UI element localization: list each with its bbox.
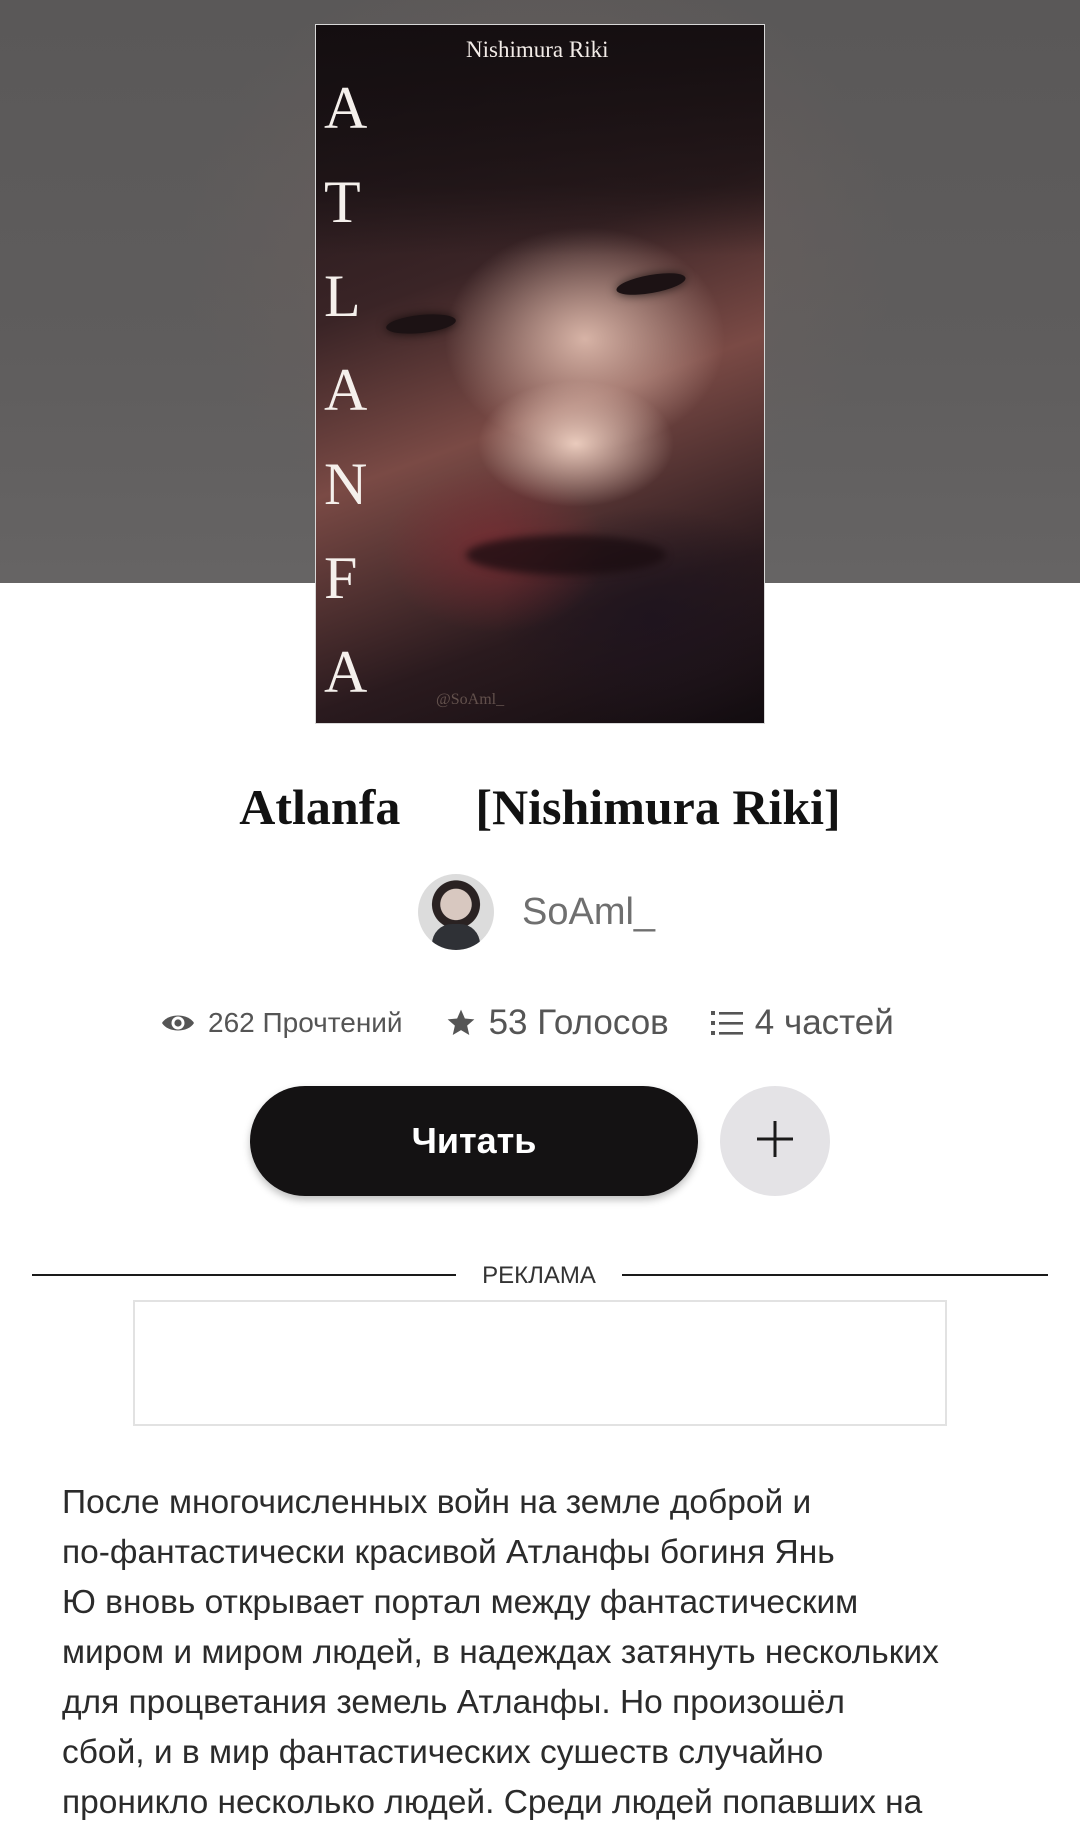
read-button[interactable]: Читать — [250, 1086, 698, 1196]
cover-art-shadow — [466, 535, 666, 575]
list-icon — [710, 1009, 743, 1037]
story-title: Atlanfa [Nishimura Riki] — [239, 779, 841, 835]
story-description: После многочисленных войн на земле добро… — [62, 1478, 1022, 1828]
ad-label: РЕКЛАМА — [482, 1262, 596, 1289]
cover-author-text: Nishimura Riki — [466, 37, 609, 62]
cover-title-letter: F — [324, 545, 358, 611]
parts-stat: 4 частей — [710, 1003, 894, 1043]
reads-count: 262 Прочтений — [208, 1007, 403, 1038]
cover-title-letter: A — [324, 639, 368, 705]
parts-count: 4 частей — [754, 1003, 894, 1042]
ad-divider — [622, 1274, 1048, 1276]
description-line: миром и миром людей, в надеждах затянуть… — [62, 1634, 939, 1671]
reads-stat: 262 Прочтений — [160, 1007, 403, 1039]
read-button-label: Читать — [411, 1120, 537, 1161]
author-avatar[interactable] — [418, 874, 494, 950]
description-line: проникло несколько людей. Среди людей по… — [62, 1784, 923, 1821]
plus-icon — [753, 1117, 797, 1166]
ad-divider — [32, 1274, 456, 1276]
cover-title-letter: N — [324, 451, 368, 517]
description-line: для процветания земель Атланфы. Но произ… — [62, 1684, 845, 1721]
votes-stat: 53 Голосов — [445, 1003, 669, 1043]
ad-slot[interactable] — [133, 1300, 947, 1426]
description-line: сбой, и в мир фантастических сушеств слу… — [62, 1734, 824, 1771]
story-stats: 262 Прочтений 53 Голосов 4 частей — [160, 998, 940, 1048]
cover-title-letter: A — [324, 75, 368, 141]
eye-icon — [160, 1010, 196, 1036]
star-icon — [445, 1007, 477, 1039]
cover-title-vertical: A T L A N F A — [324, 61, 367, 719]
cover-title-letter: A — [324, 357, 368, 423]
cover-title-letter: L — [324, 263, 361, 329]
add-to-library-button[interactable] — [720, 1086, 830, 1196]
cover-signature: @SoAml_ — [436, 691, 505, 708]
book-cover[interactable]: Nishimura Riki A T L A N F A @SoAml_ — [315, 24, 765, 724]
description-line: После многочисленных войн на земле добро… — [62, 1484, 812, 1521]
description-line: Ю вновь открывает портал между фантастич… — [62, 1584, 859, 1621]
cover-art-eye — [385, 311, 457, 337]
description-line: по-фантастически красивой Атланфы богиня… — [62, 1534, 835, 1571]
author-link[interactable]: SoAml_ — [418, 874, 655, 950]
cover-art-eye — [614, 269, 688, 299]
author-name[interactable]: SoAml_ — [522, 891, 655, 934]
votes-count: 53 Голосов — [488, 1003, 669, 1042]
cover-title-letter: T — [324, 169, 361, 235]
